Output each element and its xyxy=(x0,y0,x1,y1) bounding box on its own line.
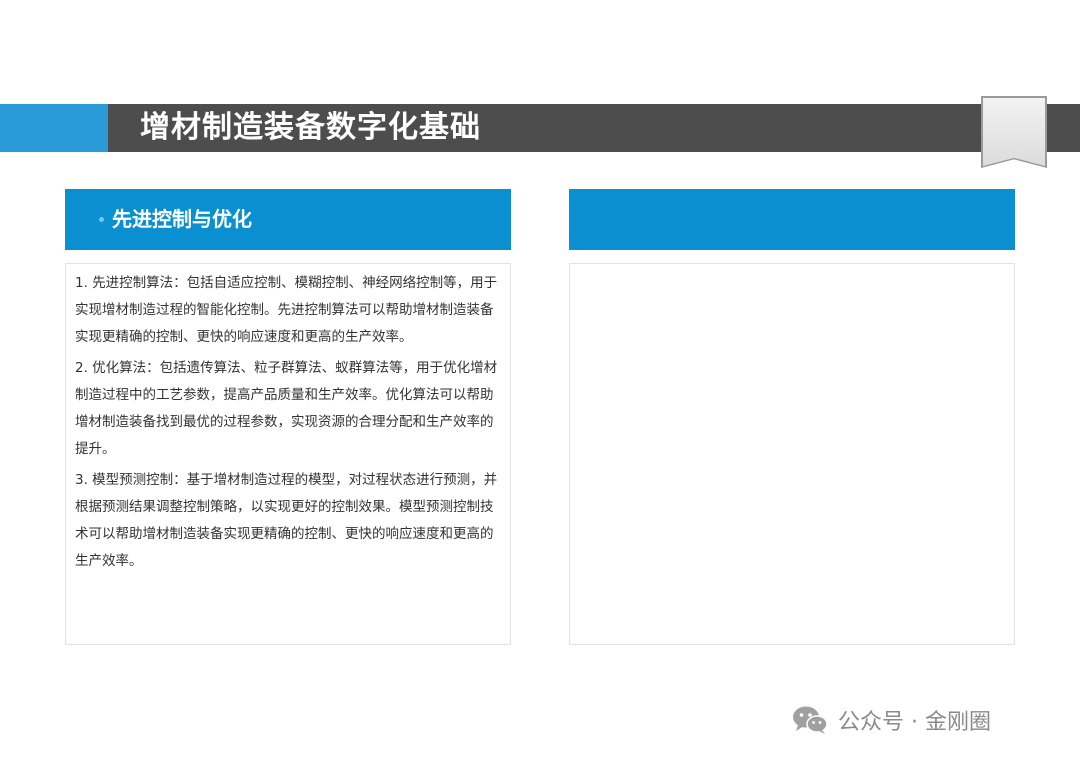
left-panel-body: 1. 先进控制算法：包括自适应控制、模糊控制、神经网络控制等，用于实现增材制造过… xyxy=(65,263,511,645)
page-title: 增材制造装备数字化基础 xyxy=(140,110,481,145)
bookmark-icon xyxy=(983,98,1045,166)
watermark-text: 公众号 · 金刚圈 xyxy=(838,710,991,735)
paragraph-advanced-control: 1. 先进控制算法：包括自适应控制、模糊控制、神经网络控制等，用于实现增材制造过… xyxy=(75,275,498,345)
watermark: 公众号 · 金刚圈 xyxy=(792,700,991,740)
paragraph-optimization: 2. 优化算法：包括遗传算法、粒子群算法、蚁群算法等，用于优化增材制造过程中的工… xyxy=(75,360,498,457)
wechat-icon xyxy=(793,706,828,734)
right-panel-body xyxy=(569,263,1015,645)
title-accent-block xyxy=(0,104,108,152)
title-bar: 增材制造装备数字化基础 xyxy=(0,104,1080,152)
left-panel-content: 1. 先进控制算法：包括自适应控制、模糊控制、神经网络控制等，用于实现增材制造过… xyxy=(75,270,505,575)
left-panel-header: 先进控制与优化 xyxy=(65,189,511,250)
paragraph-model-predictive: 3. 模型预测控制：基于增材制造过程的模型，对过程状态进行预测，并根据预测结果调… xyxy=(75,472,498,569)
bullet-icon xyxy=(99,217,104,222)
right-panel-header xyxy=(569,189,1015,250)
left-panel-title: 先进控制与优化 xyxy=(112,207,252,231)
